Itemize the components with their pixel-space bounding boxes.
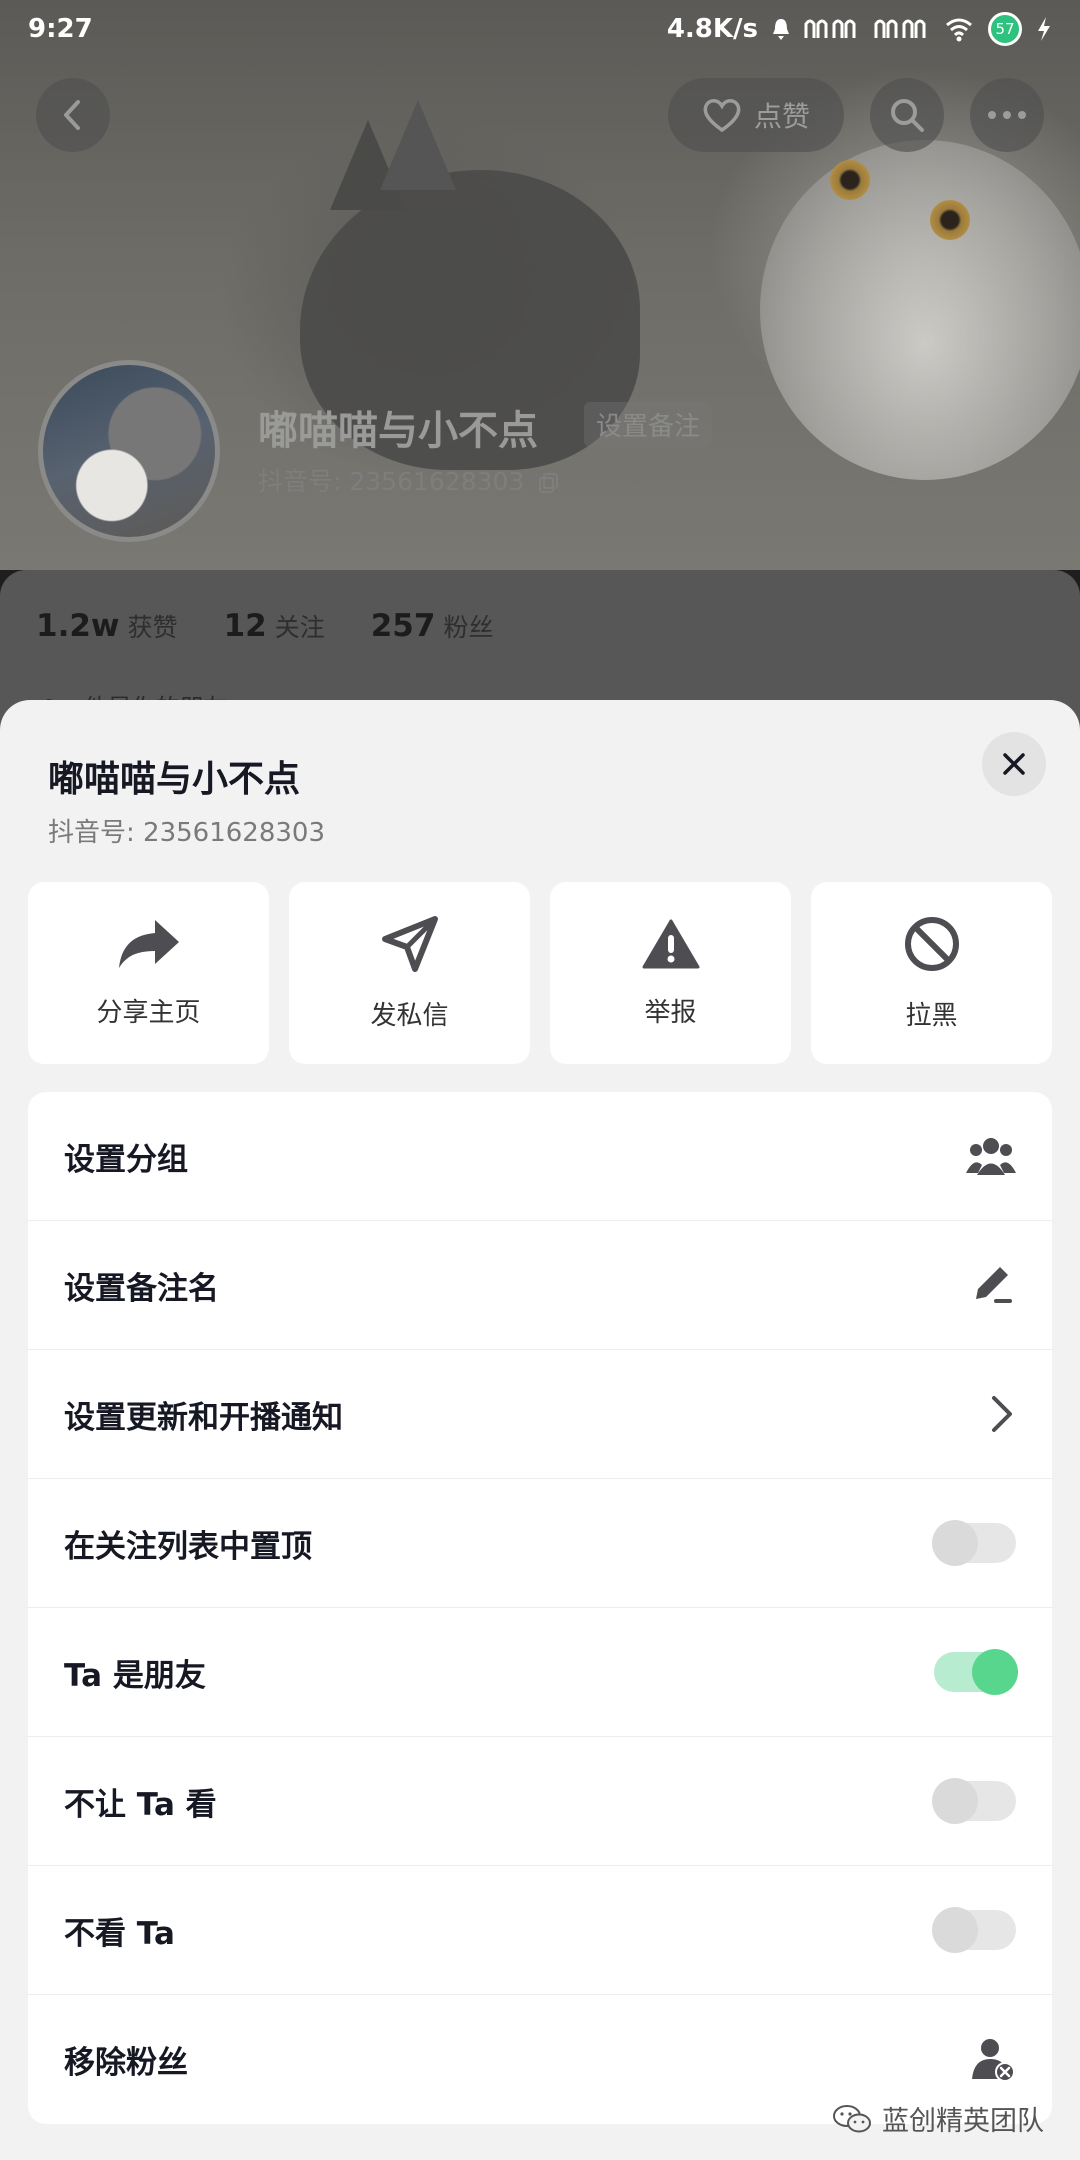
net-speed: 4.8K/s	[666, 14, 758, 44]
action-label: 拉黑	[905, 1000, 958, 1031]
toggle-knob	[932, 1520, 978, 1566]
cat-ear	[380, 100, 456, 190]
menu-item-label: 移除粉丝	[64, 2045, 188, 2081]
quick-actions: 分享主页 发私信 举报 拉黑	[28, 882, 1052, 1064]
like-label: 点赞	[753, 100, 810, 133]
options-menu: 设置分组 设置备注名 设置更新和开播通知 在关注列表中置顶 Ta 是朋友 不让 …	[28, 1092, 1052, 2124]
menu-item-mute: 不看 Ta	[28, 1866, 1052, 1995]
heart-icon	[703, 99, 741, 133]
profile-options-sheet: 嘟喵喵与小不点 抖音号: 23561628303 分享主页 发私信 举报 拉黑	[0, 700, 1080, 2160]
toggle-knob	[932, 1778, 978, 1824]
chevron-right-icon	[992, 1396, 1012, 1432]
block-icon	[904, 916, 959, 971]
menu-item-label: 设置更新和开播通知	[64, 1399, 343, 1436]
search-button[interactable]	[870, 78, 944, 152]
mute-toggle[interactable]	[932, 1907, 1016, 1953]
menu-item-set-remark[interactable]: 设置备注名	[28, 1221, 1052, 1350]
stat-likes[interactable]: 1.2w 获赞	[36, 608, 178, 644]
close-button[interactable]	[982, 732, 1046, 796]
toggle-knob	[972, 1649, 1018, 1695]
menu-item-is-friend: Ta 是朋友	[28, 1608, 1052, 1737]
menu-item-set-group[interactable]: 设置分组	[28, 1092, 1052, 1221]
set-remark-button[interactable]: 设置备注	[584, 402, 713, 447]
group-icon	[966, 1138, 1016, 1175]
send-message-button[interactable]: 发私信	[289, 882, 530, 1064]
wechat-icon	[833, 2104, 871, 2132]
profile-name: 嘟喵喵与小不点	[258, 408, 538, 454]
share-icon	[118, 919, 179, 968]
report-button[interactable]: 举报	[550, 882, 791, 1064]
close-icon	[1003, 753, 1025, 775]
share-profile-button[interactable]: 分享主页	[28, 882, 269, 1064]
back-button[interactable]	[36, 78, 110, 152]
cat-face	[760, 140, 1080, 480]
notification-bell-icon	[773, 19, 789, 40]
warning-icon	[642, 919, 699, 968]
menu-item-label: 设置分组	[64, 1141, 188, 1178]
menu-item-label: Ta 是朋友	[64, 1657, 206, 1694]
menu-item-update-notify[interactable]: 设置更新和开播通知	[28, 1350, 1052, 1479]
stats-row: 1.2w 获赞 12 关注 257 粉丝	[36, 608, 493, 644]
status-time: 9:27	[28, 14, 93, 44]
stat-value: 12	[223, 608, 267, 644]
watermark-text: 蓝创精英团队	[882, 2106, 1044, 2137]
toggle-knob	[932, 1907, 978, 1953]
stat-label: 关注	[274, 613, 325, 642]
action-label: 举报	[644, 997, 697, 1028]
cat-eye	[830, 160, 870, 200]
stat-value: 1.2w	[36, 608, 120, 644]
signal-icon	[874, 19, 926, 38]
stat-label: 粉丝	[443, 613, 494, 642]
edit-icon	[976, 1267, 1012, 1303]
send-icon	[381, 915, 438, 972]
status-icons: 4.8K/s 57	[667, 12, 1052, 46]
copy-icon[interactable]	[538, 472, 560, 494]
stat-followers[interactable]: 257 粉丝	[371, 608, 494, 644]
status-bar: 9:27 4.8K/s 57	[0, 0, 1080, 64]
cat-eye	[930, 200, 970, 240]
more-icon	[988, 111, 1026, 119]
menu-item-hide-from: 不让 Ta 看	[28, 1737, 1052, 1866]
menu-item-label: 不看 Ta	[64, 1915, 175, 1952]
signal-icon	[804, 19, 856, 38]
avatar[interactable]	[38, 360, 220, 542]
menu-item-label: 不让 Ta 看	[64, 1786, 217, 1823]
more-button[interactable]	[970, 78, 1044, 152]
wifi-icon	[946, 18, 972, 42]
is-friend-toggle[interactable]	[934, 1649, 1018, 1695]
action-label: 发私信	[370, 1000, 449, 1031]
sheet-douyin-id: 抖音号: 23561628303	[48, 818, 325, 848]
menu-item-label: 在关注列表中置顶	[64, 1528, 312, 1565]
block-button[interactable]: 拉黑	[811, 882, 1052, 1064]
charging-icon	[1038, 17, 1050, 41]
stat-label: 获赞	[127, 613, 178, 642]
profile-douyin-id: 抖音号: 23561628303	[258, 462, 560, 498]
back-icon	[64, 100, 80, 130]
watermark: 蓝创精英团队	[832, 2099, 1044, 2138]
action-label: 分享主页	[96, 997, 201, 1028]
battery-indicator: 57	[988, 12, 1022, 46]
sheet-title: 嘟喵喵与小不点	[48, 759, 301, 800]
menu-item-pin-top: 在关注列表中置顶	[28, 1479, 1052, 1608]
menu-item-label: 设置备注名	[64, 1270, 219, 1307]
like-button[interactable]: 点赞	[668, 78, 844, 152]
remove-fan-icon	[972, 2038, 1015, 2082]
stat-value: 257	[370, 608, 436, 644]
douyin-id-text: 抖音号: 23561628303	[258, 467, 525, 496]
stat-following[interactable]: 12 关注	[224, 608, 325, 644]
profile-page: 9:27 4.8K/s 57 点赞 嘟喵喵与小不点 设置备注 抖音号: 2356…	[0, 0, 1080, 2160]
search-icon	[891, 99, 924, 132]
pin-top-toggle[interactable]	[932, 1520, 1016, 1566]
hide-from-toggle[interactable]	[932, 1778, 1016, 1824]
